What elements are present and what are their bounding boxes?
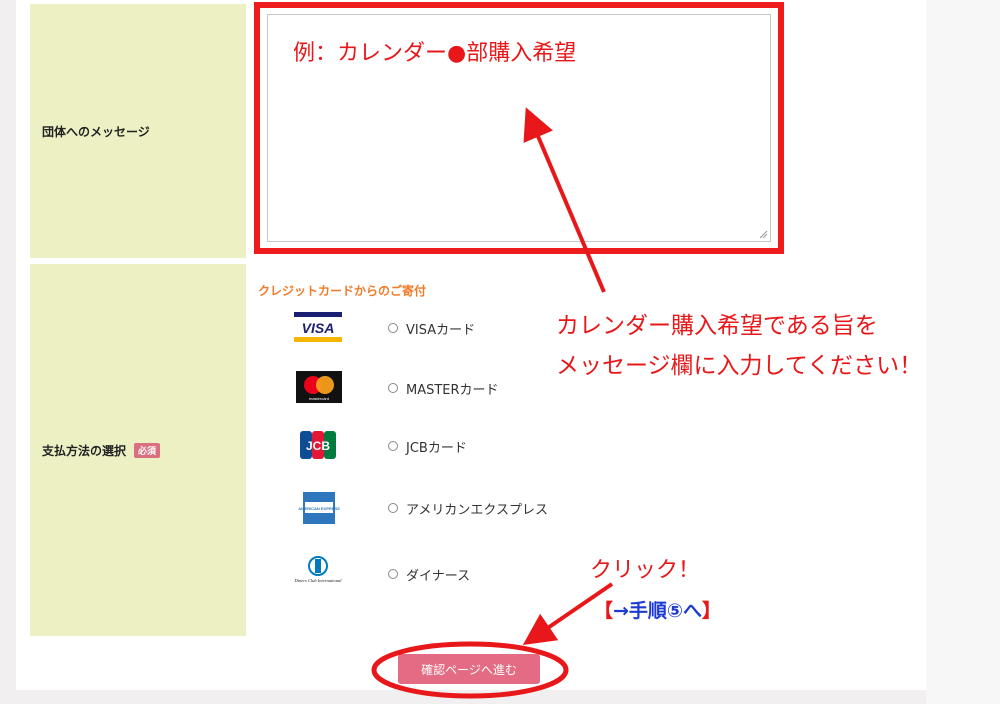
visa-logo-text: VISA <box>302 320 335 336</box>
annotation-click: クリック！ <box>590 558 701 583</box>
diners-radio[interactable] <box>388 569 398 579</box>
required-badge: 必須 <box>134 442 161 458</box>
mastercard-radio[interactable] <box>388 383 398 393</box>
message-highlight-box: 例：カレンダー●部購入希望 <box>254 2 784 254</box>
payment-option-jcb[interactable]: JCB JCBカード <box>292 428 592 468</box>
visa-logo-icon: VISA <box>294 312 342 342</box>
mastercard-logo-text: mastercard <box>309 396 329 401</box>
confirm-button[interactable]: 確認ページへ進む <box>398 654 540 684</box>
right-margin <box>926 0 1000 704</box>
message-label-cell: 団体へのメッセージ <box>30 4 246 258</box>
amex-logo-icon: AMERICAN EXPRESS <box>298 492 340 524</box>
diners-logo-text: Diners Club International <box>294 578 343 583</box>
amex-logo-text: AMERICAN EXPRESS <box>298 506 340 511</box>
annotation-instruction-line2: メッセージ欄に入力してください！ <box>556 353 923 379</box>
payment-option-mastercard[interactable]: mastercard MASTERカード <box>292 370 592 410</box>
jcb-option-label: JCBカード <box>406 441 467 456</box>
diners-club-logo-icon: Diners Club International <box>294 556 343 583</box>
payment-label-cell: 支払方法の選択 必須 <box>30 264 246 636</box>
payment-option-amex[interactable]: AMERICAN EXPRESS アメリカンエクスプレス <box>292 490 592 530</box>
payment-label: 支払方法の選択 <box>42 443 127 458</box>
step-text: →手順⑤へ <box>613 600 703 622</box>
message-textarea-value: 例：カレンダー●部購入希望 <box>293 41 577 66</box>
resize-handle-icon[interactable] <box>758 229 768 239</box>
jcb-radio[interactable] <box>388 441 398 451</box>
screen: 団体へのメッセージ 例：カレンダー●部購入希望 支払方法の選択 必須 クレジット… <box>0 0 1000 704</box>
mastercard-logo-icon: mastercard <box>296 371 342 403</box>
payment-heading: クレジットカードからのご寄付 <box>258 284 427 298</box>
visa-radio[interactable] <box>388 323 398 333</box>
visa-option-label: VISAカード <box>406 323 476 338</box>
step-bracket-open: 【 <box>594 600 614 622</box>
payment-option-visa[interactable]: VISA VISAカード <box>292 310 592 350</box>
message-label: 団体へのメッセージ <box>42 124 150 139</box>
annotation-step: 【→手順⑤へ】 <box>594 596 721 623</box>
diners-option-label: ダイナース <box>406 569 471 584</box>
step-bracket-close: 】 <box>702 600 722 622</box>
payment-option-diners[interactable]: Diners Club International ダイナース <box>292 556 592 596</box>
jcb-logo-icon: JCB <box>300 431 336 459</box>
mastercard-option-label: MASTERカード <box>406 383 499 398</box>
amex-option-label: アメリカンエクスプレス <box>406 503 548 518</box>
jcb-logo-text: JCB <box>306 439 330 453</box>
amex-radio[interactable] <box>388 503 398 513</box>
annotation-instruction-line1: カレンダー購入希望である旨を <box>556 313 878 339</box>
message-textarea[interactable]: 例：カレンダー●部購入希望 <box>267 14 771 242</box>
